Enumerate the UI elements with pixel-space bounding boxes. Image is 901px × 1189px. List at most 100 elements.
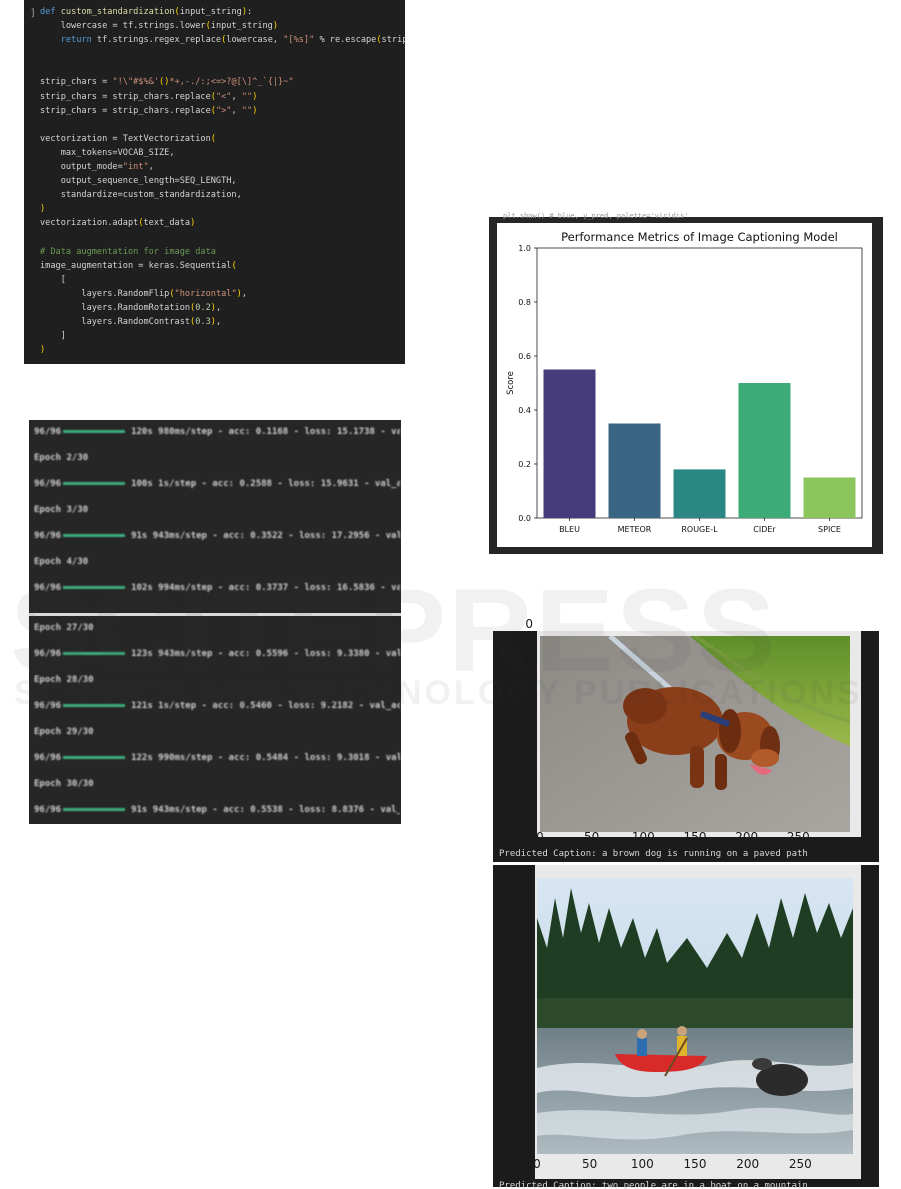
log-text: Epoch 3/30 <box>34 505 89 515</box>
code-line: layers.RandomContrast(0.3), <box>40 317 222 328</box>
log-text: 120s 980ms/step - acc: 0.1168 - loss: 15… <box>131 427 400 437</box>
chart-y-tick-label: 0.0 <box>518 514 531 523</box>
log-step-count: 96/96 <box>34 531 62 541</box>
code-line: layers.RandomFlip("horizontal"), <box>40 288 248 299</box>
log-text: Epoch 29/30 <box>34 727 94 737</box>
chart-x-tick-label: BLEU <box>559 525 580 534</box>
code-line: ) <box>40 204 46 215</box>
canoe-x-tick-label: 200 <box>736 1157 760 1171</box>
training-log-line: Epoch 3/30 <box>34 500 400 520</box>
dog-x-tick-label: 50 <box>584 830 600 844</box>
canoe-x-tick-label: 250 <box>788 1157 812 1171</box>
dog-predicted-caption: Predicted Caption: a brown dog is runnin… <box>499 849 808 859</box>
code-line: # Data augmentation for image data <box>40 246 216 257</box>
log-text: Epoch 2/30 <box>34 453 89 463</box>
dog-x-tick-label: 150 <box>683 830 707 844</box>
canoe-x-tick-label: 150 <box>683 1157 707 1171</box>
training-log-line: 96/96 91s 943ms/step - acc: 0.5538 - loss… <box>34 800 400 820</box>
code-line: strip_chars = strip_chars.replace(">", "… <box>40 105 258 116</box>
metrics-chart-figure: Performance Metrics of Image Captioning … <box>497 223 872 547</box>
canoe-x-tick-label: 100 <box>630 1157 654 1171</box>
code-line: strip_chars = "!\"#$%&'()*+,-./:;<=>?@[\… <box>40 77 294 88</box>
log-progress-bar <box>63 756 126 759</box>
log-step-count: 96/96 <box>34 427 62 437</box>
log-text: Epoch 30/30 <box>34 779 94 789</box>
dog-x-tick-label: 100 <box>631 830 655 844</box>
code-line: standardize=custom_standardization, <box>60 190 242 201</box>
chart-x-tick-label: ROUGE-L <box>681 525 718 534</box>
log-progress-bar <box>63 808 126 811</box>
code-line: return tf.strings.regex_replace(lowercas… <box>60 35 405 46</box>
canoe-predicted-caption: Predicted Caption: two people are in a b… <box>499 1181 808 1189</box>
chart-bar-bleu <box>543 369 596 518</box>
code-line: output_sequence_length=SEQ_LENGTH, <box>60 176 237 187</box>
log-progress-bar <box>63 482 126 485</box>
log-step-count: 96/96 <box>34 479 62 489</box>
log-text: 100s 1s/step - acc: 0.2588 - loss: 15.96… <box>131 479 400 489</box>
watermark-logo-text: SCITEPRESS <box>10 565 778 697</box>
training-log-line: 96/96 91s 943ms/step - acc: 0.3522 - loss… <box>34 526 400 546</box>
chart-x-tick-label: SPICE <box>818 525 841 534</box>
training-log-line: Epoch 30/30 <box>34 774 400 794</box>
canoe-y-tick-label: 250 <box>506 1101 529 1116</box>
canoe-y-tick-label: 200 <box>506 1055 529 1070</box>
dog-x-tick-label: 0 <box>536 830 544 844</box>
canoe-y-tick-label: 100 <box>506 963 529 978</box>
metrics-chart-panel: plt.show() # blue, y_pred, palette='viri… <box>489 212 883 554</box>
canoe-x-tick-label: 50 <box>582 1157 598 1171</box>
canoe-y-tick-label: 150 <box>506 1009 529 1024</box>
log-step-count: 96/96 <box>34 805 62 815</box>
code-line: max_tokens=VOCAB_SIZE, <box>60 147 175 158</box>
chart-bar-cider <box>738 383 791 518</box>
code-line: lowercase = tf.strings.lower(input_strin… <box>40 21 279 32</box>
canoe-photo <box>537 878 853 1154</box>
log-text: 122s 990ms/step - acc: 0.5484 - loss: 9.… <box>131 753 400 763</box>
code-line: [ <box>60 274 66 285</box>
training-log-line: 96/96 122s 990ms/step - acc: 0.5484 - los… <box>34 748 400 768</box>
chart-bar-rouge-l <box>673 469 726 518</box>
canoe-x-tick-label: 0 <box>533 1157 541 1171</box>
log-text: 91s 943ms/step - acc: 0.3522 - loss: 17.… <box>131 531 400 541</box>
dog-y-tick-label: 250 <box>510 807 533 822</box>
training-log-line: 96/96 100s 1s/step - acc: 0.2588 - loss: … <box>34 474 400 494</box>
code-editor-panel: ] def custom_standardization(input_strin… <box>24 0 405 364</box>
chart-y-tick-label: 0.4 <box>518 406 531 415</box>
code-line: vectorization.adapt(text_data) <box>40 218 196 229</box>
chart-title: Performance Metrics of Image Captioning … <box>561 230 838 244</box>
chart-y-tick-label: 0.6 <box>518 352 531 361</box>
dog-x-tick-label: 250 <box>786 830 810 844</box>
training-log-line: Epoch 2/30 <box>34 448 400 468</box>
chart-x-tick-label: METEOR <box>618 525 652 534</box>
chart-x-tick-label: CIDEr <box>753 525 776 534</box>
chart-y-tick-label: 0.8 <box>518 298 531 307</box>
code-line: strip_chars = strip_chars.replace("<", "… <box>40 91 258 102</box>
dog-y-tick-label: 150 <box>510 731 533 746</box>
log-progress-bar <box>63 534 126 537</box>
chart-bar-meteor <box>608 423 661 518</box>
watermark-subtitle: SCIENCE AND TECHNOLOGY PUBLICATIONS <box>14 674 863 712</box>
code-line: ] <box>60 331 66 342</box>
code-gutter-bracket: ] <box>30 8 37 19</box>
canoe-y-tick-label: 50 <box>513 917 529 932</box>
code-line: ) <box>40 345 46 356</box>
training-log-line: 96/96 120s 980ms/step - acc: 0.1168 - los… <box>34 422 400 442</box>
code-line: image_augmentation = keras.Sequential( <box>40 260 237 271</box>
log-text: 91s 943ms/step - acc: 0.5538 - loss: 8.8… <box>131 805 400 815</box>
code-block: def custom_standardization(input_string)… <box>40 5 405 357</box>
chart-code-strip: plt.show() # blue, y_pred, palette='viri… <box>503 212 689 220</box>
log-progress-bar <box>63 430 126 433</box>
code-line: output_mode="int", <box>40 162 154 173</box>
metrics-bar-chart: Performance Metrics of Image Captioning … <box>506 230 863 534</box>
code-line: layers.RandomRotation(0.2), <box>40 302 222 313</box>
canoe-y-tick-label: 0 <box>521 871 529 885</box>
chart-y-tick-label: 1.0 <box>518 244 531 253</box>
code-line: def custom_standardization(input_string)… <box>40 7 253 17</box>
chart-y-axis-label: Score <box>506 371 516 395</box>
dog-y-tick-label: 200 <box>510 769 533 784</box>
training-log-line: Epoch 29/30 <box>34 722 400 742</box>
dog-x-tick-label: 200 <box>735 830 759 844</box>
chart-y-tick-label: 0.2 <box>518 460 531 469</box>
canoe-prediction-plot: 0 50 100 150 200 250 0 50 100 150 200 250 Predicte… <box>493 865 879 1189</box>
code-line: vectorization = TextVectorization( <box>40 133 216 144</box>
log-step-count: 96/96 <box>34 753 62 763</box>
